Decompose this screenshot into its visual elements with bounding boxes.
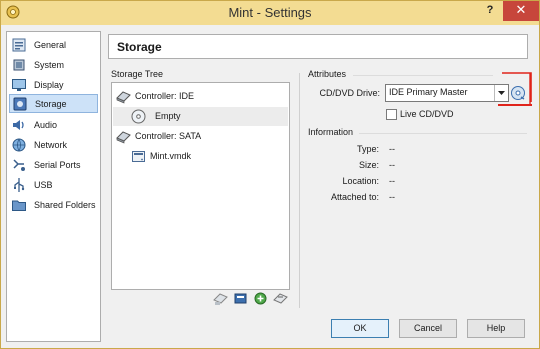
information-separator bbox=[359, 133, 527, 134]
sidebar-item-label: Audio bbox=[34, 119, 58, 130]
system-icon bbox=[11, 57, 27, 73]
attributes-separator bbox=[353, 75, 493, 76]
sidebar-item-label: Network bbox=[34, 139, 68, 150]
add-attachment-icon[interactable] bbox=[253, 291, 268, 306]
title-bar: Mint - Settings ? ✕ bbox=[1, 1, 539, 25]
window-title: Mint - Settings bbox=[228, 5, 312, 20]
display-icon bbox=[11, 77, 27, 93]
tree-item-label: Mint.vmdk bbox=[150, 151, 192, 161]
size-value: -- bbox=[389, 160, 395, 170]
general-icon bbox=[11, 37, 27, 53]
remove-attachment-icon[interactable] bbox=[273, 291, 288, 306]
close-button[interactable]: ✕ bbox=[503, 1, 539, 21]
information-section-label: Information bbox=[308, 127, 354, 137]
sidebar-item-usb[interactable]: USB bbox=[9, 175, 98, 194]
sata-controller-icon bbox=[116, 129, 131, 144]
help-title-button[interactable]: ? bbox=[479, 1, 501, 21]
tree-item-label: Controller: SATA bbox=[135, 131, 202, 141]
location-value: -- bbox=[389, 176, 395, 186]
serial-ports-icon bbox=[11, 157, 27, 173]
location-label: Location: bbox=[342, 176, 379, 186]
tree-item-controller-ide[interactable]: Controller: IDE bbox=[116, 87, 194, 105]
cd-dvd-drive-select[interactable]: IDE Primary Master bbox=[385, 84, 509, 102]
add-controller-icon[interactable] bbox=[213, 291, 228, 306]
hard-disk-icon bbox=[131, 149, 146, 164]
attached-to-value: -- bbox=[389, 192, 395, 202]
cd-dvd-drive-label: CD/DVD Drive: bbox=[319, 88, 380, 98]
red-annotation-mark bbox=[497, 71, 535, 109]
sidebar-item-audio[interactable]: Audio bbox=[9, 115, 98, 134]
storage-tree[interactable]: Controller: IDE Empty Controller: SATA M… bbox=[111, 82, 290, 290]
audio-icon bbox=[11, 117, 27, 133]
sidebar-item-label: Storage bbox=[35, 98, 67, 109]
sidebar-item-label: Shared Folders bbox=[34, 199, 96, 210]
live-cd-dvd-checkbox[interactable] bbox=[386, 109, 397, 120]
storage-tree-label: Storage Tree bbox=[111, 69, 164, 79]
sidebar-item-general[interactable]: General bbox=[9, 35, 98, 54]
usb-icon bbox=[11, 177, 27, 193]
attached-to-label: Attached to: bbox=[330, 192, 379, 202]
page-title: Storage bbox=[108, 34, 528, 59]
ide-controller-icon bbox=[116, 89, 131, 104]
sidebar-item-label: Serial Ports bbox=[34, 159, 81, 170]
type-label: Type: bbox=[356, 144, 379, 154]
cd-dvd-drive-value: IDE Primary Master bbox=[389, 87, 468, 97]
settings-window: Mint - Settings ? ✕ General System Displ… bbox=[0, 0, 540, 349]
sidebar-item-label: General bbox=[34, 39, 67, 50]
shared-folders-icon bbox=[11, 197, 27, 213]
tree-item-empty-optical[interactable]: Empty bbox=[131, 107, 181, 125]
network-icon bbox=[11, 137, 27, 153]
sidebar-item-serial-ports[interactable]: Serial Ports bbox=[9, 155, 98, 174]
attributes-section-label: Attributes bbox=[308, 69, 347, 79]
tree-item-controller-sata[interactable]: Controller: SATA bbox=[116, 127, 201, 145]
sidebar-item-shared-folders[interactable]: Shared Folders bbox=[9, 195, 98, 214]
remove-controller-icon[interactable] bbox=[233, 291, 248, 306]
tree-item-mint-vmdk[interactable]: Mint.vmdk bbox=[131, 147, 191, 165]
cd-dvd-icon bbox=[131, 109, 146, 124]
sidebar-item-storage[interactable]: Storage bbox=[9, 94, 98, 113]
sidebar-item-label: Display bbox=[34, 79, 64, 90]
pane-divider bbox=[299, 73, 300, 308]
storage-icon bbox=[12, 96, 28, 112]
tree-item-label: Empty bbox=[155, 111, 181, 121]
cancel-button[interactable]: Cancel bbox=[399, 319, 457, 338]
storage-tree-toolbar bbox=[213, 291, 289, 307]
sidebar-item-display[interactable]: Display bbox=[9, 75, 98, 94]
help-button[interactable]: Help bbox=[467, 319, 525, 338]
sidebar-item-label: USB bbox=[34, 179, 53, 190]
sidebar-item-network[interactable]: Network bbox=[9, 135, 98, 154]
size-label: Size: bbox=[358, 160, 379, 170]
type-value: -- bbox=[389, 144, 395, 154]
ok-button[interactable]: OK bbox=[331, 319, 389, 338]
tree-item-label: Controller: IDE bbox=[135, 91, 195, 101]
settings-sidebar: General System Display Storage Audio Net… bbox=[6, 31, 101, 342]
sidebar-item-system[interactable]: System bbox=[9, 55, 98, 74]
live-cd-dvd-label: Live CD/DVD bbox=[400, 109, 454, 119]
sidebar-item-label: System bbox=[34, 59, 65, 70]
